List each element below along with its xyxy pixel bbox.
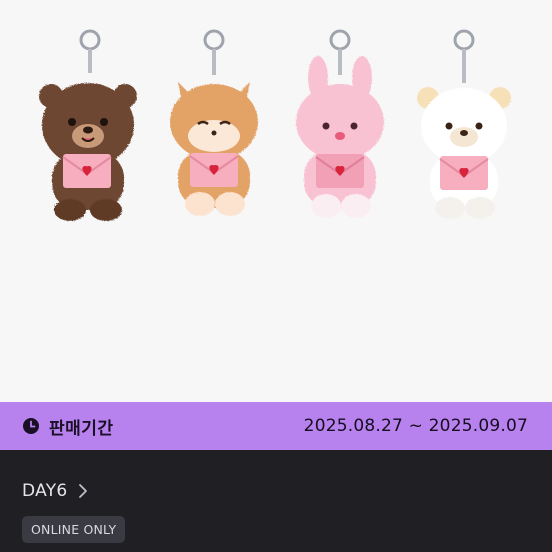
artist-name: DAY6 [22,481,68,501]
sale-period-bar: 판매기간 2025.08.27 ~ 2025.09.07 [0,402,552,450]
artist-link[interactable]: DAY6 [22,481,88,501]
chevron-right-icon [78,484,87,498]
sale-period-dates: 2025.08.27 ~ 2025.09.07 [303,416,528,436]
online-only-badge: ONLINE ONLY [22,516,126,543]
fox-keyring-icon [170,29,258,216]
white-bear-keyring-icon [417,29,511,219]
clock-icon [23,418,39,434]
pink-bunny-keyring-icon [296,29,384,218]
brown-bear-keyring-icon [39,29,137,221]
product-image [0,0,552,402]
sale-period-label: 판매기간 [49,418,114,439]
sale-period-label-group: 판매기간 [22,414,114,439]
